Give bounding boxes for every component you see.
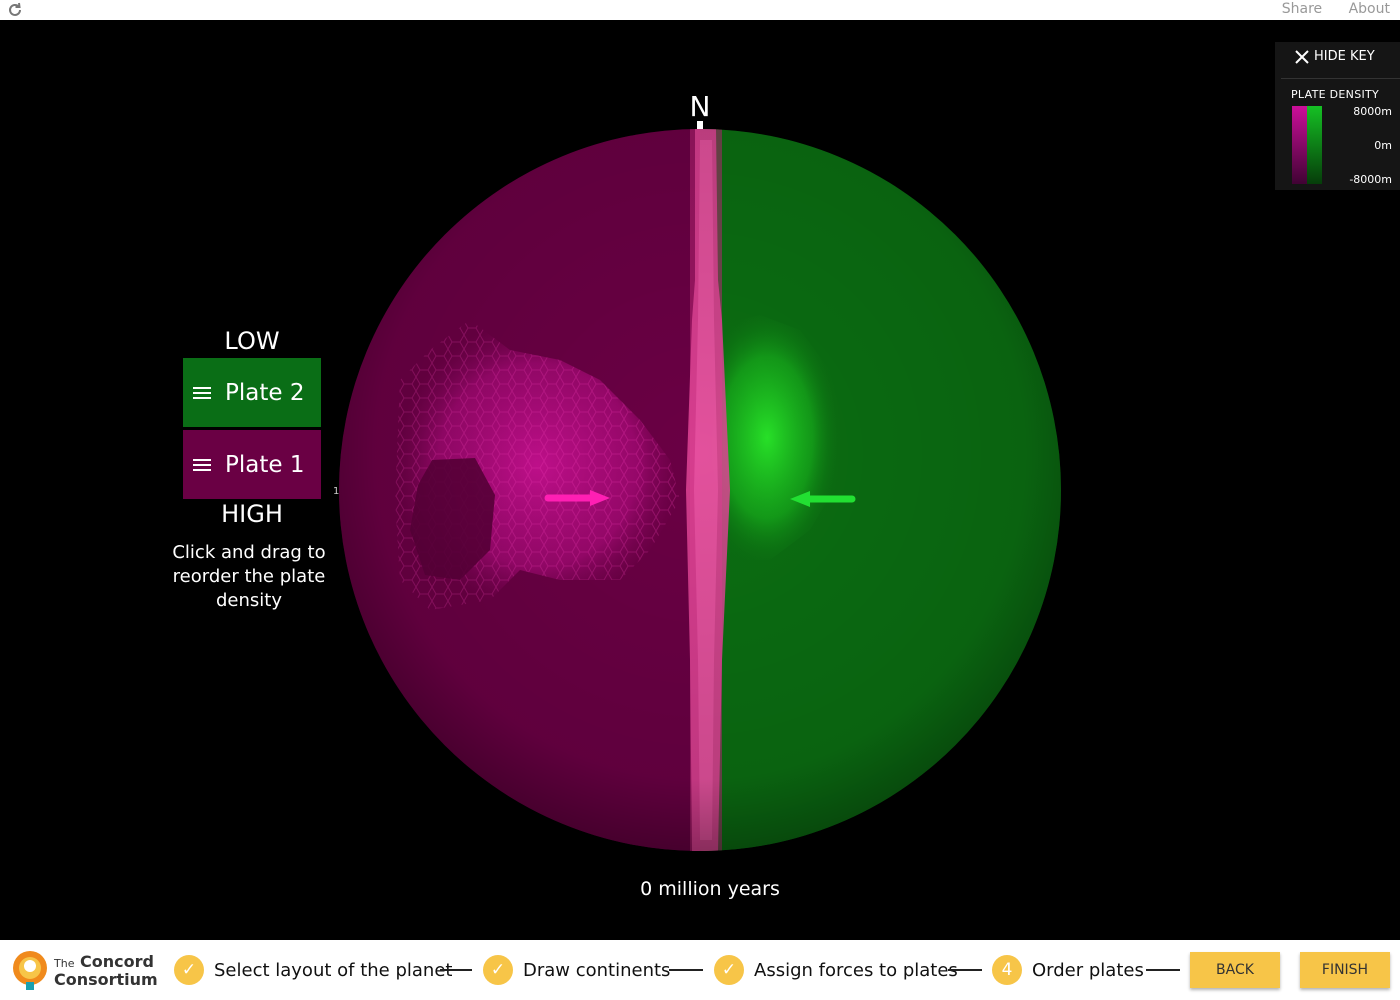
step-number-badge: 4: [992, 955, 1022, 985]
plate-1-label: Plate 1: [225, 451, 305, 478]
side-tick: 1: [333, 486, 340, 497]
key-title: PLATE DENSITY: [1291, 88, 1380, 101]
close-icon: [1295, 49, 1309, 64]
logo-the: The: [54, 957, 75, 970]
step-order-plates[interactable]: 4 Order plates: [992, 955, 1144, 985]
step-assign-forces[interactable]: ✓ Assign forces to plates: [714, 955, 958, 985]
logo-line2: Consortium: [54, 970, 158, 989]
reorder-hint: Click and drag to reorder the plate dens…: [172, 542, 326, 611]
hide-key-label: HIDE KEY: [1314, 49, 1375, 64]
finish-button[interactable]: FINISH: [1300, 952, 1390, 988]
step-label: Draw continents: [523, 959, 671, 981]
plate-2-density-scale: [1307, 106, 1322, 184]
north-label: N: [689, 90, 711, 123]
density-key: HIDE KEY PLATE DENSITY 8000m 0m -8000m: [1275, 42, 1400, 190]
high-density-label: HIGH: [221, 500, 283, 528]
step-connector: [440, 969, 472, 971]
drag-handle-icon[interactable]: [193, 456, 211, 474]
globe-surface: [339, 129, 1061, 851]
check-icon: ✓: [714, 955, 744, 985]
top-links: Share About: [1260, 1, 1390, 17]
step-connector: [948, 969, 982, 971]
low-density-label: LOW: [224, 327, 280, 355]
concord-logo-icon: [13, 951, 47, 990]
bottom-bar: The Concord Consortium ✓ Select layout o…: [0, 940, 1400, 1000]
step-label: Order plates: [1032, 959, 1144, 981]
key-bottom-label: -8000m: [1349, 173, 1392, 186]
reload-icon[interactable]: [6, 1, 24, 19]
logo-text: The Concord Consortium: [54, 954, 158, 988]
plate-1-item[interactable]: Plate 1: [183, 430, 321, 499]
hide-key-button[interactable]: HIDE KEY: [1295, 49, 1375, 64]
step-draw-continents[interactable]: ✓ Draw continents: [483, 955, 670, 985]
step-select-layout[interactable]: ✓ Select layout of the planet: [174, 955, 452, 985]
check-icon: ✓: [483, 955, 513, 985]
simulation-stage: N 0 million years LOW Plate 2 Plate 1 HI…: [0, 20, 1400, 940]
step-connector: [669, 969, 703, 971]
top-bar: Share About: [0, 0, 1400, 20]
step-connector: [1146, 969, 1180, 971]
key-top-label: 8000m: [1353, 105, 1392, 118]
logo-line1: Concord: [80, 952, 154, 971]
plate-2-item[interactable]: Plate 2: [183, 358, 321, 427]
plate-2-label: Plate 2: [225, 379, 305, 406]
key-divider: [1281, 78, 1400, 79]
check-icon: ✓: [174, 955, 204, 985]
key-mid-label: 0m: [1374, 139, 1392, 152]
drag-handle-icon[interactable]: [193, 384, 211, 402]
time-label: 0 million years: [640, 878, 780, 900]
about-link[interactable]: About: [1349, 1, 1390, 17]
step-label: Assign forces to plates: [754, 959, 958, 981]
plate-1-density-scale: [1292, 106, 1307, 184]
step-label: Select layout of the planet: [214, 959, 453, 981]
share-link[interactable]: Share: [1282, 1, 1322, 17]
back-button[interactable]: BACK: [1190, 952, 1280, 988]
